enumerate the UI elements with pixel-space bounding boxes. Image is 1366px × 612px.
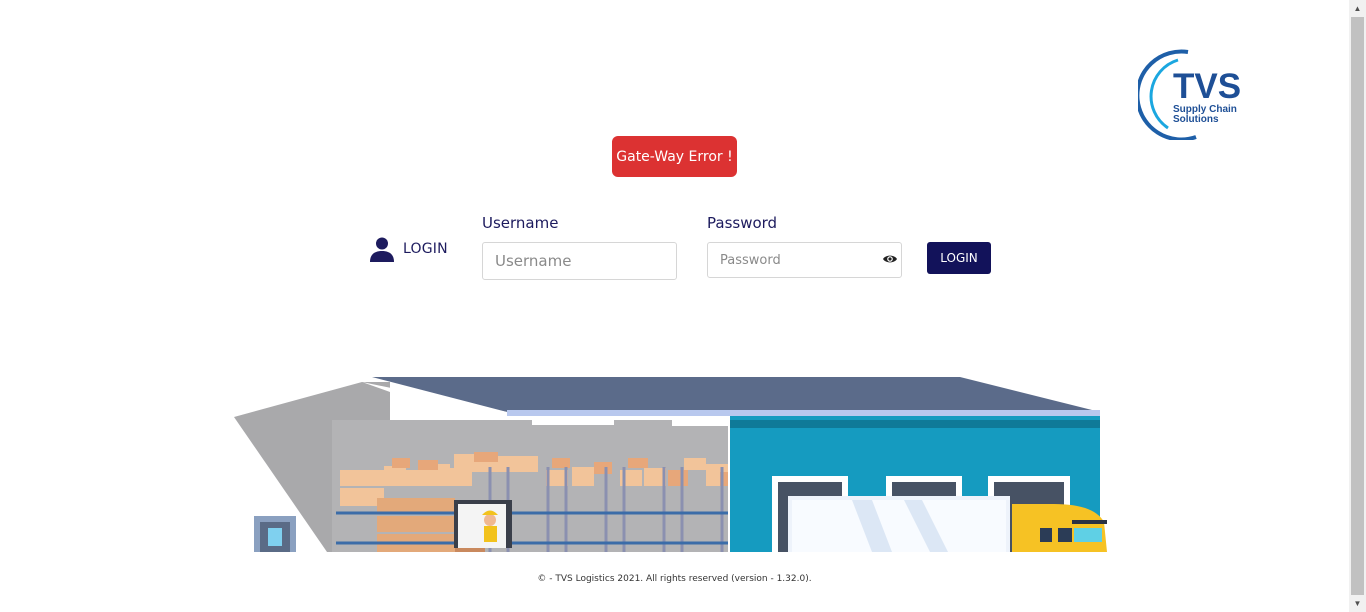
login-button[interactable]: LOGIN bbox=[927, 242, 991, 274]
error-message: Gate-Way Error ! bbox=[616, 148, 733, 165]
warehouse-illustration bbox=[234, 377, 1107, 552]
username-label: Username bbox=[482, 214, 559, 232]
login-section-label: LOGIN bbox=[369, 236, 448, 262]
user-icon bbox=[370, 237, 394, 262]
scroll-down-arrow[interactable]: ▼ bbox=[1349, 595, 1366, 612]
copyright-footer: © - TVS Logistics 2021. All rights reser… bbox=[537, 574, 812, 584]
tvs-logo: TVS Supply Chain Solutions bbox=[1138, 49, 1241, 140]
scroll-thumb[interactable] bbox=[1351, 17, 1364, 595]
password-label: Password bbox=[707, 214, 778, 232]
logo-wordmark: TVS bbox=[1173, 67, 1241, 106]
username-input[interactable] bbox=[482, 242, 677, 280]
gateway-error-alert: Gate-Way Error ! bbox=[612, 136, 737, 177]
password-input[interactable] bbox=[707, 242, 902, 278]
login-page: TVS Supply Chain Solutions Gate-Way Erro… bbox=[0, 0, 1349, 612]
eye-icon[interactable] bbox=[882, 253, 898, 265]
scroll-up-arrow[interactable]: ▲ bbox=[1349, 0, 1366, 17]
vertical-scrollbar[interactable]: ▲ ▼ bbox=[1349, 0, 1366, 612]
logo-subtitle-line2: Solutions bbox=[1173, 114, 1219, 125]
login-label-text: LOGIN bbox=[403, 241, 448, 257]
